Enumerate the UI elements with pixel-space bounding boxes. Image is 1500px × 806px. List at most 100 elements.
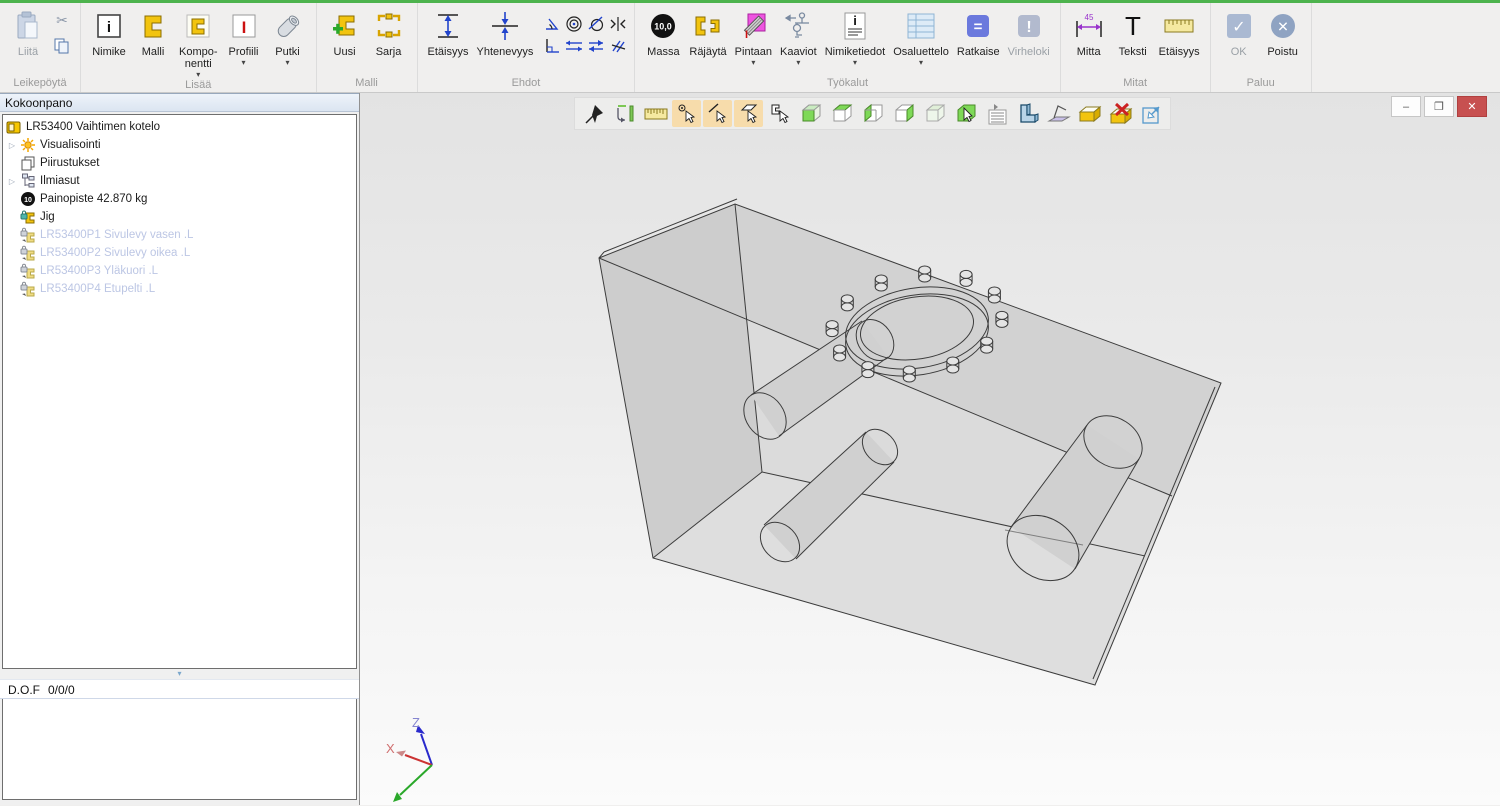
text-button[interactable]: T Teksti — [1111, 5, 1155, 58]
new-button[interactable]: Uusi — [323, 5, 367, 58]
tree-item-label: LR53400 Vaihtimen kotelo — [26, 121, 160, 133]
distance-constraint-button[interactable]: Etäisyys — [424, 5, 473, 58]
cut-button[interactable]: ✂ — [52, 11, 72, 29]
part-locked-icon — [19, 245, 37, 261]
svg-text:i: i — [853, 13, 857, 28]
onto-surface-button[interactable]: I Pintaan ▾ — [731, 5, 776, 66]
tree-item-part[interactable]: LR53400P4 Etupelti .L — [5, 280, 356, 298]
expander-icon[interactable]: ▷ — [5, 141, 19, 150]
tree-item-root[interactable]: LR53400 Vaihtimen kotelo — [5, 118, 356, 136]
tree-item-label: Ilmiasut — [40, 175, 80, 187]
select-point-icon[interactable] — [672, 100, 701, 127]
mass-button[interactable]: 10,0 Massa — [641, 5, 685, 58]
ok-button[interactable]: ✓ OK — [1217, 5, 1261, 58]
select-side-face-icon[interactable] — [858, 100, 887, 127]
select-feature-icon[interactable] — [765, 100, 794, 127]
select-component-icon[interactable] — [951, 100, 980, 127]
select-back-face-icon[interactable] — [889, 100, 918, 127]
solve-button[interactable]: = Ratkaise — [953, 5, 1004, 58]
item-button[interactable]: i Nimike — [87, 5, 131, 58]
tree-item-jig[interactable]: Jig — [5, 208, 356, 226]
symmetry-constraint-icon[interactable] — [607, 13, 628, 34]
close-button[interactable]: ✕ — [1457, 96, 1487, 117]
svg-text:✕: ✕ — [1277, 19, 1289, 35]
expand-view-icon[interactable] — [1137, 100, 1166, 127]
coincidence-button[interactable]: Yhtenevyys — [473, 5, 538, 58]
restore-button[interactable]: ❐ — [1424, 96, 1454, 117]
measure-distance-button[interactable]: Etäisyys — [1155, 5, 1204, 58]
profile-dropdown-icon[interactable]: ▾ — [242, 59, 246, 66]
paste-button[interactable]: Liitä — [6, 5, 50, 58]
profile-tool-icon[interactable] — [1013, 100, 1042, 127]
parts-list-dropdown-icon[interactable]: ▾ — [919, 59, 923, 66]
close-icon: ✕ — [1467, 100, 1476, 113]
svg-text:=: = — [974, 19, 983, 36]
tree-item-label: LR53400P2 Sivulevy oikea .L — [40, 247, 190, 259]
select-body-icon[interactable] — [920, 100, 949, 127]
concentric-constraint-icon[interactable] — [563, 13, 584, 34]
tree-item-mass-point[interactable]: 10 Painopiste 42.870 kg — [5, 190, 356, 208]
diagrams-dropdown-icon[interactable]: ▾ — [796, 59, 800, 66]
tree-item-part[interactable]: LR53400P1 Sivulevy vasen .L — [5, 226, 356, 244]
item-data-dropdown-icon[interactable]: ▾ — [853, 59, 857, 66]
profile-button[interactable]: I Profiili ▾ — [222, 5, 266, 66]
minimize-button[interactable]: – — [1391, 96, 1421, 117]
open-box-icon[interactable] — [1075, 100, 1104, 127]
parts-list-button[interactable]: Osaluettelo ▾ — [889, 5, 953, 66]
delete-box-icon[interactable] — [1106, 100, 1135, 127]
plane-tool-icon[interactable] — [1044, 100, 1073, 127]
select-face-icon[interactable] — [734, 100, 763, 127]
svg-text:45: 45 — [1084, 13, 1093, 22]
panel-splitter[interactable]: ▾ — [0, 669, 359, 679]
configurations-icon — [19, 173, 37, 189]
update-dimension-icon[interactable] — [610, 100, 639, 127]
series-button[interactable]: Sarja — [367, 5, 411, 58]
model-button[interactable]: Malli — [131, 5, 175, 58]
component-button[interactable]: Kompo-nentti ▾ — [175, 5, 222, 78]
copy-button[interactable] — [52, 37, 72, 55]
pipe-button[interactable]: Putki ▾ — [266, 5, 310, 66]
tree-item-part[interactable]: LR53400P2 Sivulevy oikea .L — [5, 244, 356, 262]
model-label: Malli — [142, 46, 165, 58]
error-log-button[interactable]: ! Virheloki — [1004, 5, 1054, 58]
pin-icon[interactable] — [579, 100, 608, 127]
onto-surface-icon: I — [735, 8, 771, 44]
expander-icon[interactable]: ▷ — [5, 177, 19, 186]
ruler-icon[interactable] — [641, 100, 670, 127]
perpendicular-constraint-icon[interactable] — [541, 35, 562, 56]
ribbon: Liitä ✂ Leikepöytä i Nimike — [0, 3, 1500, 93]
tree-item-drawings[interactable]: Piirustukset — [5, 154, 356, 172]
notes-icon[interactable] — [982, 100, 1011, 127]
series-icon — [371, 8, 407, 44]
message-area — [2, 699, 357, 800]
select-edge-icon[interactable] — [703, 100, 732, 127]
pipe-dropdown-icon[interactable]: ▾ — [286, 59, 290, 66]
tree-item-configurations[interactable]: ▷ Ilmiasut — [5, 172, 356, 190]
onto-surface-dropdown-icon[interactable]: ▾ — [751, 59, 755, 66]
ruler-icon — [1161, 8, 1197, 44]
tree-item-visualization[interactable]: ▷ Visualisointi — [5, 136, 356, 154]
explode-button[interactable]: Räjäytä — [685, 5, 730, 58]
select-solid-icon[interactable] — [796, 100, 825, 127]
exit-button[interactable]: ✕ Poistu — [1261, 5, 1305, 58]
item-data-button[interactable]: i Nimiketiedot ▾ — [821, 5, 890, 66]
tree-item-part[interactable]: LR53400P3 Yläkuori .L — [5, 262, 356, 280]
component-dropdown-icon[interactable]: ▾ — [196, 71, 200, 78]
tree-item-label: Visualisointi — [40, 139, 101, 151]
antiparallel-constraint-icon[interactable] — [607, 35, 628, 56]
opposite-direction-icon[interactable] — [585, 35, 606, 56]
dimension-button[interactable]: 45 Mitta — [1067, 5, 1111, 58]
error-log-label: Virheloki — [1008, 46, 1050, 58]
parallel-constraint-icon[interactable] — [563, 35, 584, 56]
viewport[interactable]: – ❐ ✕ Z X — [360, 93, 1500, 805]
diagrams-button[interactable]: Kaaviot ▾ — [776, 5, 821, 66]
tangent-constraint-icon[interactable] — [585, 13, 606, 34]
tree-item-label: Piirustukset — [40, 157, 99, 169]
select-top-face-icon[interactable] — [827, 100, 856, 127]
mass-label: Massa — [647, 46, 679, 58]
angle-constraint-icon[interactable] — [541, 13, 562, 34]
dimension-label: Mitta — [1077, 46, 1101, 58]
minimize-icon: – — [1403, 101, 1409, 113]
error-log-icon: ! — [1011, 8, 1047, 44]
model-canvas[interactable] — [360, 93, 1500, 805]
